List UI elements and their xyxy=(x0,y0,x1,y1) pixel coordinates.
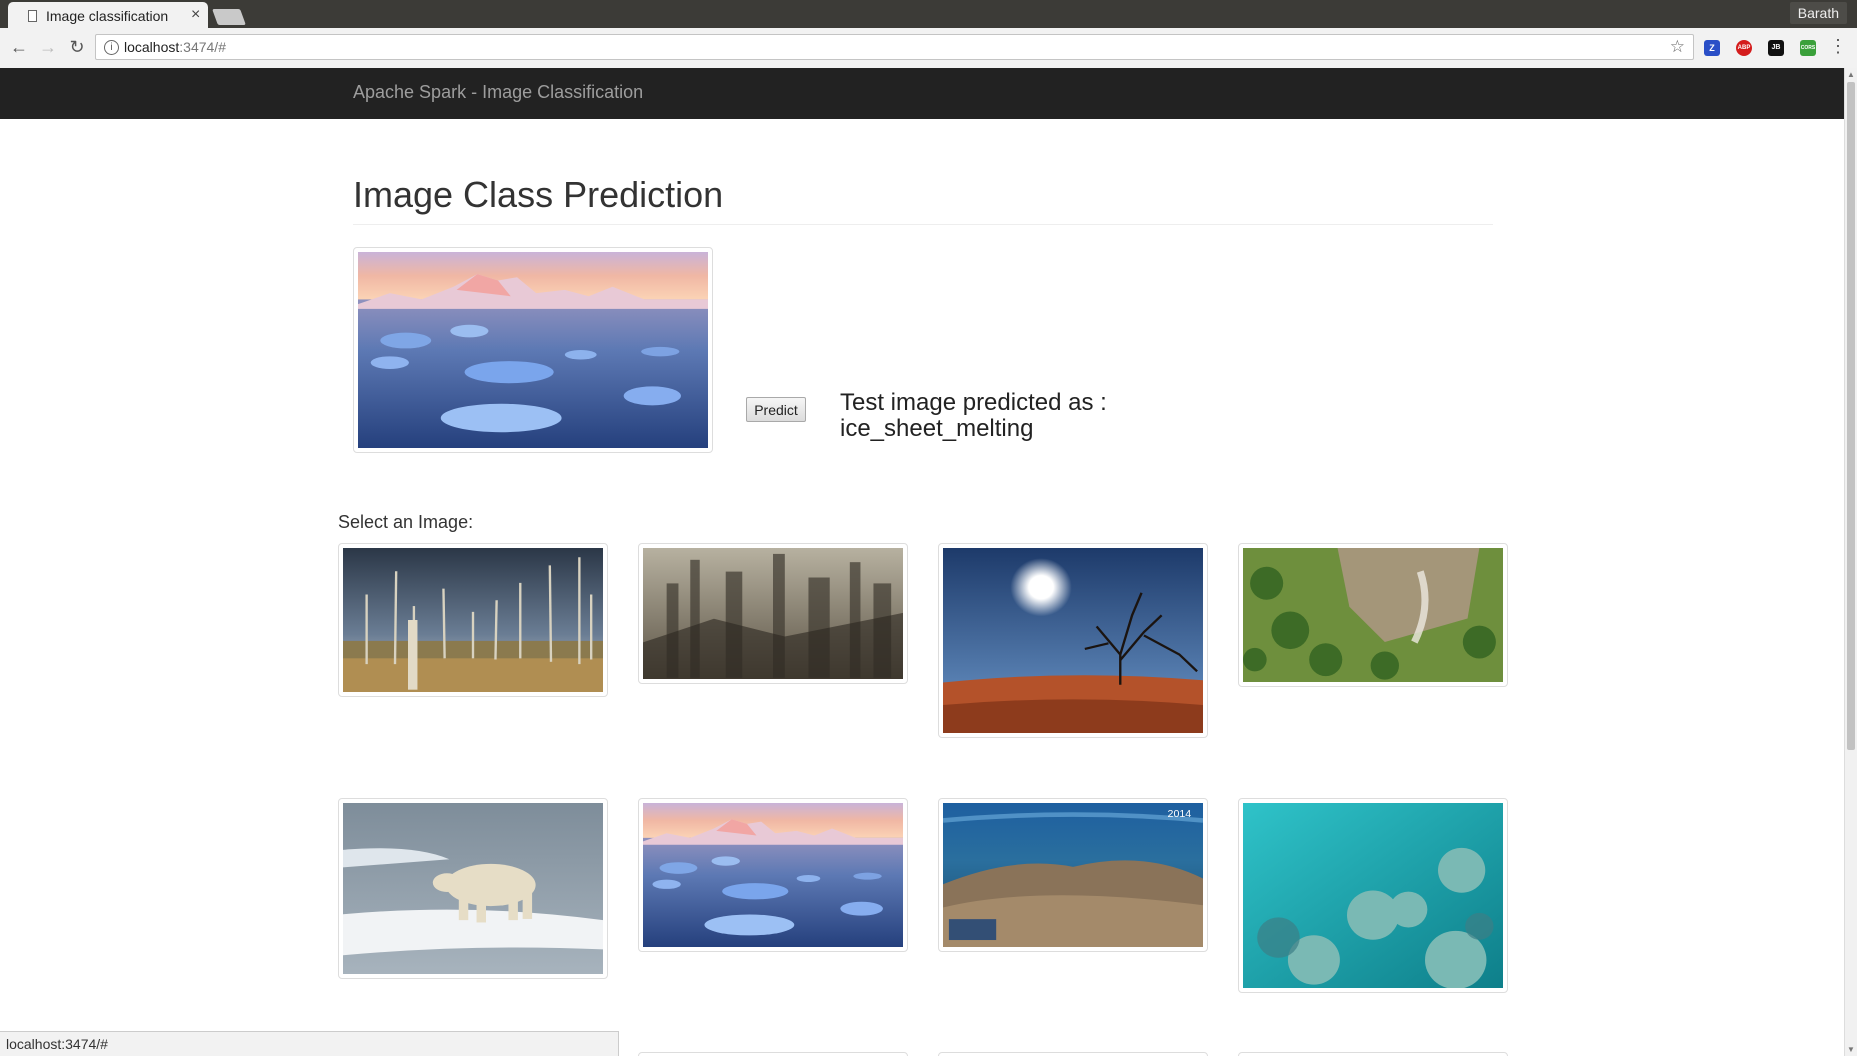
reload-icon[interactable]: ↻ xyxy=(66,36,88,58)
browser-titlebar: Image classification × Barath xyxy=(0,0,1857,29)
profile-button[interactable]: Barath xyxy=(1789,2,1847,24)
prediction-result: Test image predicted as : ice_sheet_melt… xyxy=(840,390,1107,442)
browser-toolbar: ← → ↻ i localhost:3474/# ☆ Z ABP JB CORS… xyxy=(0,28,1857,69)
gallery-image-smog-city[interactable] xyxy=(638,543,908,684)
back-arrow-icon[interactable]: ← xyxy=(8,36,30,58)
app-navbar: Apache Spark - Image Classification xyxy=(0,68,1845,119)
zotero-extension-icon[interactable]: Z xyxy=(1704,40,1720,56)
gallery-image-coral-reef-turquoise[interactable] xyxy=(1238,798,1508,993)
forward-arrow-icon[interactable]: → xyxy=(37,36,59,58)
close-tab-icon[interactable]: × xyxy=(191,6,200,24)
bookmark-star-icon[interactable]: ☆ xyxy=(1670,37,1685,57)
cors-extension-icon[interactable]: CORS xyxy=(1800,40,1816,56)
gallery-image-row3[interactable] xyxy=(638,1052,908,1056)
gallery-image-drought-desert[interactable] xyxy=(938,543,1208,738)
gallery-image-polar-bear[interactable] xyxy=(338,798,608,979)
gallery-image-deforestation[interactable] xyxy=(1238,543,1508,687)
info-icon[interactable]: i xyxy=(104,40,119,55)
title-divider xyxy=(353,224,1493,225)
page-viewport: Apache Spark - Image Classification Imag… xyxy=(0,68,1845,1056)
gallery-image-icebergs[interactable] xyxy=(638,798,908,952)
gallery-image-coral-reef-bleached[interactable] xyxy=(938,798,1208,952)
scrollbar-thumb[interactable] xyxy=(1847,82,1855,750)
iceberg-image xyxy=(358,252,708,448)
dead-forest-image xyxy=(343,548,603,692)
smog-city-image xyxy=(643,548,903,679)
select-image-label: Select an Image: xyxy=(338,512,474,532)
coral-reef-bleached-image xyxy=(943,803,1203,947)
new-tab-button[interactable] xyxy=(212,9,246,25)
predict-button[interactable]: Predict xyxy=(746,397,806,422)
gallery-image-row3[interactable] xyxy=(938,1052,1208,1056)
status-bar-url: localhost:3474/# xyxy=(0,1031,619,1056)
scroll-down-icon[interactable]: ▼ xyxy=(1847,1045,1855,1054)
prediction-class: ice_sheet_melting xyxy=(840,415,1034,442)
deforestation-image xyxy=(1243,548,1503,682)
document-icon xyxy=(28,10,37,22)
gallery-image-dead-forest[interactable] xyxy=(338,543,608,697)
page-title: Image Class Prediction xyxy=(353,174,724,215)
adblock-plus-icon[interactable]: ABP xyxy=(1736,40,1752,56)
navbar-brand-link[interactable]: Apache Spark - Image Classification xyxy=(353,82,643,103)
url-text[interactable]: localhost:3474/# xyxy=(124,39,226,55)
coral-reef-turquoise-image xyxy=(1243,803,1503,988)
iceberg-thumbnail-image xyxy=(643,803,903,947)
polar-bear-image xyxy=(343,803,603,974)
browser-menu-icon[interactable]: ⋮ xyxy=(1829,37,1847,55)
selected-image-preview xyxy=(353,247,713,453)
gallery-image-row3[interactable] xyxy=(1238,1052,1508,1056)
scroll-up-icon[interactable]: ▲ xyxy=(1847,70,1855,79)
address-bar[interactable]: i localhost:3474/# ☆ xyxy=(95,34,1694,60)
prediction-label: Test image predicted as : xyxy=(840,389,1107,416)
jetbrains-extension-icon[interactable]: JB xyxy=(1768,40,1784,56)
drought-desert-image xyxy=(943,548,1203,733)
tab-title: Image classification xyxy=(46,8,169,24)
browser-tab[interactable]: Image classification × xyxy=(8,2,208,29)
vertical-scrollbar[interactable]: ▲ ▼ xyxy=(1844,68,1857,1056)
